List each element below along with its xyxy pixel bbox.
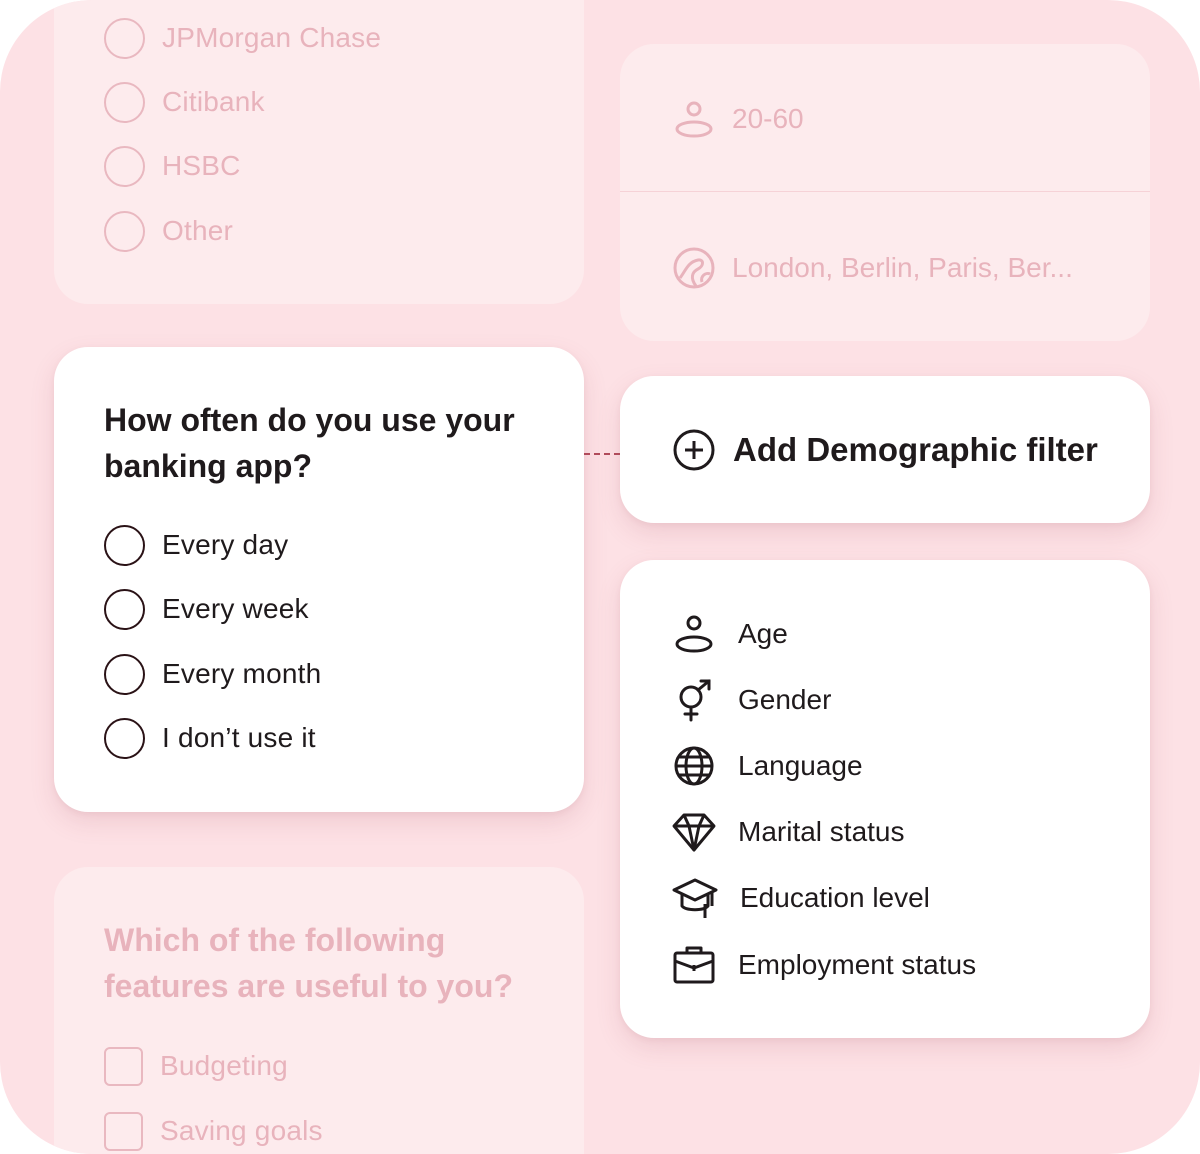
filter-summary-card: 20-60 London, Berlin, Paris, Ber...: [620, 44, 1150, 341]
menu-item-label: Language: [738, 750, 863, 781]
person-icon: [672, 97, 716, 141]
add-filter-row[interactable]: Add Demographic filter: [672, 428, 1098, 472]
location-value: London, Berlin, Paris, Ber...: [732, 252, 1073, 283]
radio-button[interactable]: [104, 210, 145, 252]
age-range-value: 20-60: [732, 103, 804, 134]
graduation-cap-icon: [672, 876, 718, 920]
menu-item-gender[interactable]: Gender: [672, 678, 831, 722]
answer-option[interactable]: Every day: [104, 524, 288, 566]
location-icon: [672, 246, 716, 290]
person-icon: [672, 612, 716, 656]
menu-item-education-level[interactable]: Education level: [672, 876, 930, 920]
bank-option[interactable]: JPMorgan Chase: [104, 17, 381, 59]
survey-builder-canvas: JPMorgan Chase Citibank HSBC Other How o…: [0, 0, 1200, 1154]
menu-item-label: Employment status: [738, 949, 977, 980]
briefcase-icon: [672, 943, 716, 987]
bank-question-card: JPMorgan Chase Citibank HSBC Other: [54, 0, 584, 304]
radio-button[interactable]: [104, 653, 145, 695]
radio-button[interactable]: [104, 145, 145, 187]
menu-item-label: Age: [738, 618, 788, 649]
menu-item-employment-status[interactable]: Employment status: [672, 943, 976, 987]
option-label: Every day: [162, 529, 289, 560]
question-title: Which of the following features are usef…: [104, 922, 513, 1004]
answer-option[interactable]: I don’t use it: [104, 717, 316, 759]
checkbox[interactable]: [104, 1111, 143, 1151]
features-question-card: Which of the following features are usef…: [54, 867, 584, 1154]
globe-icon: [672, 744, 716, 788]
menu-item-label: Gender: [738, 684, 832, 715]
option-label: Citibank: [162, 86, 265, 117]
usage-question-card: How often do you use your banking app? E…: [54, 347, 584, 812]
feature-option[interactable]: Saving goals: [104, 1110, 323, 1152]
checkbox[interactable]: [104, 1046, 143, 1086]
radio-button[interactable]: [104, 81, 145, 123]
option-label: I don’t use it: [162, 722, 316, 753]
bank-option[interactable]: Citibank: [104, 81, 265, 123]
divider: [620, 191, 1150, 192]
menu-item-label: Marital status: [738, 816, 905, 847]
answer-option[interactable]: Every week: [104, 588, 309, 630]
menu-item-marital-status[interactable]: Marital status: [672, 810, 905, 854]
feature-option[interactable]: Budgeting: [104, 1045, 288, 1087]
bank-option[interactable]: HSBC: [104, 145, 241, 187]
radio-button[interactable]: [104, 524, 145, 566]
option-label: Budgeting: [160, 1050, 288, 1081]
radio-button[interactable]: [104, 717, 145, 759]
menu-item-age[interactable]: Age: [672, 612, 788, 656]
plus-circle-icon: [672, 428, 716, 472]
add-filter-label: Add Demographic filter: [733, 431, 1098, 468]
question-title: How often do you use your banking app?: [104, 402, 515, 484]
age-filter-row[interactable]: 20-60: [672, 97, 804, 141]
menu-item-label: Education level: [740, 882, 930, 913]
diamond-icon: [672, 810, 716, 854]
location-filter-row[interactable]: London, Berlin, Paris, Ber...: [672, 246, 1073, 290]
radio-button[interactable]: [104, 17, 145, 59]
menu-item-language[interactable]: Language: [672, 744, 863, 788]
option-label: Every month: [162, 658, 322, 689]
option-label: Saving goals: [160, 1115, 323, 1146]
filter-type-menu: Age Gender Language Marital status Educa…: [620, 560, 1150, 1038]
option-label: HSBC: [162, 150, 241, 181]
bank-option[interactable]: Other: [104, 210, 233, 252]
answer-option[interactable]: Every month: [104, 653, 321, 695]
radio-button[interactable]: [104, 588, 145, 630]
option-label: Every week: [162, 593, 309, 624]
gender-icon: [672, 678, 716, 722]
option-label: JPMorgan Chase: [162, 22, 382, 53]
connector-line: [584, 453, 620, 455]
option-label: Other: [162, 215, 234, 246]
add-demographic-filter-button[interactable]: Add Demographic filter: [620, 376, 1150, 523]
